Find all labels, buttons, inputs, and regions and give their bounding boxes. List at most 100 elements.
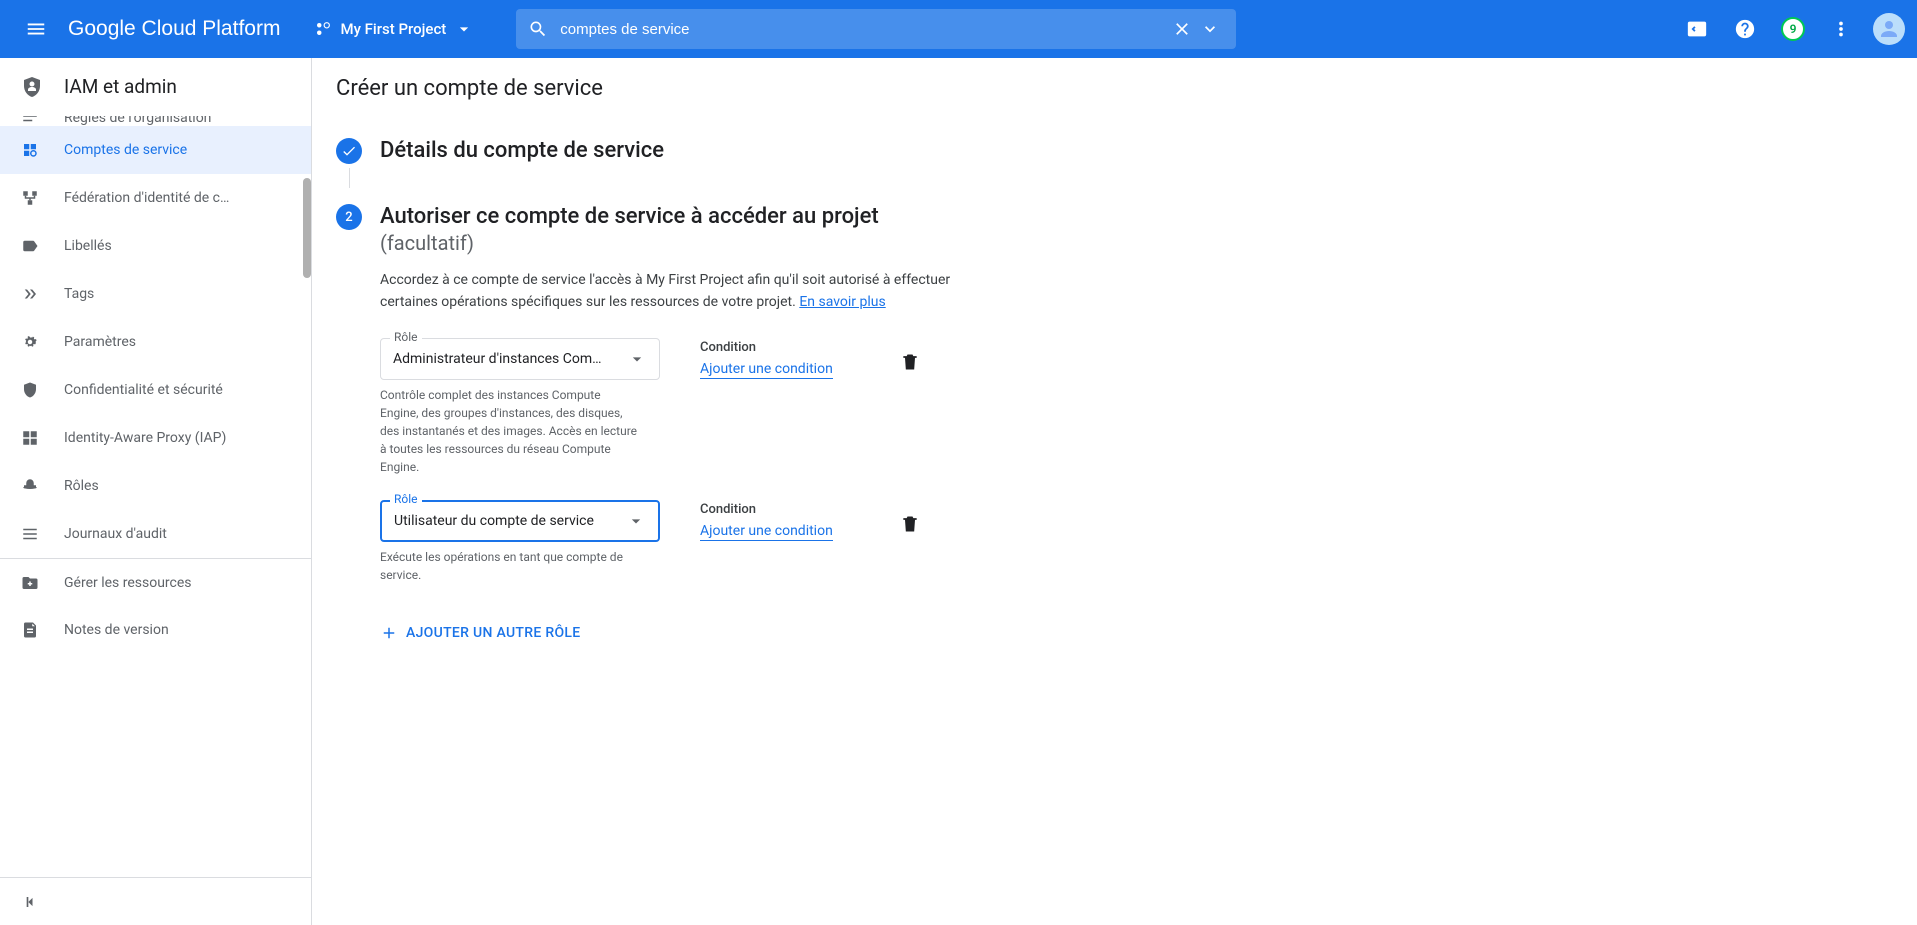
project-dots-icon <box>314 20 332 38</box>
resources-icon <box>20 573 40 593</box>
avatar-icon <box>1877 17 1901 41</box>
service-accounts-icon <box>20 140 40 160</box>
sidebar-item-label: Libellés <box>64 238 112 254</box>
sidebar-item-label: Comptes de service <box>64 142 187 158</box>
sidebar-item-gear[interactable]: Paramètres <box>0 318 311 366</box>
add-another-role-button[interactable]: AJOUTER UN AUTRE RÔLE <box>380 624 580 642</box>
global-search[interactable] <box>516 9 1236 49</box>
add-condition-link[interactable]: Ajouter une condition <box>700 523 833 541</box>
label-icon <box>20 236 40 256</box>
sidebar-item-iap[interactable]: Identity-Aware Proxy (IAP) <box>0 414 311 462</box>
sidebar-item-resources[interactable]: Gérer les ressources <box>0 558 311 606</box>
project-name: My First Project <box>340 20 446 38</box>
tag-icon <box>20 284 40 304</box>
add-condition-link[interactable]: Ajouter une condition <box>700 361 833 379</box>
search-input[interactable] <box>560 21 1156 38</box>
sidebar-section-header[interactable]: IAM et admin <box>0 58 311 116</box>
step-1-title: Détails du compte de service <box>380 138 988 163</box>
condition-label: Condition <box>700 340 860 355</box>
sidebar-item-audit[interactable]: Journaux d'audit <box>0 510 311 558</box>
check-icon <box>341 143 357 159</box>
account-avatar[interactable] <box>1873 13 1905 45</box>
plus-icon <box>380 624 398 642</box>
hamburger-icon <box>25 18 47 40</box>
search-dropdown-button[interactable] <box>1196 15 1224 43</box>
step-2-subtitle: (facultatif) <box>380 231 988 255</box>
federation-icon <box>20 188 40 208</box>
notifications-button[interactable]: 9 <box>1773 9 1813 49</box>
page-title: Créer un compte de service <box>312 58 1917 114</box>
role-field-label: Rôle <box>390 330 422 344</box>
gear-icon <box>20 332 40 352</box>
delete-role-button[interactable] <box>900 338 920 372</box>
cloud-shell-button[interactable] <box>1677 9 1717 49</box>
learn-more-link[interactable]: En savoir plus <box>799 294 885 310</box>
role-select[interactable]: Administrateur d'instances Com… <box>380 338 660 380</box>
hamburger-menu-button[interactable] <box>12 5 60 53</box>
sidebar-item-tag[interactable]: Tags <box>0 270 311 318</box>
logo-rest: Cloud Platform <box>136 17 281 40</box>
sidebar-item-label: Tags <box>64 286 94 302</box>
logo-google: Google <box>68 17 136 40</box>
dropdown-icon <box>627 349 647 369</box>
step-1-checkmark <box>336 138 362 164</box>
iam-shield-icon <box>20 75 44 99</box>
more-button[interactable] <box>1821 9 1861 49</box>
role-helper-text: Exécute les opérations en tant que compt… <box>380 548 640 584</box>
sidebar-item-label: Confidentialité et sécurité <box>64 382 223 398</box>
step-2-title: Autoriser ce compte de service à accéder… <box>380 204 988 229</box>
condition-label: Condition <box>700 502 860 517</box>
product-logo[interactable]: Google Cloud Platform <box>68 17 280 41</box>
sidebar-item-federation[interactable]: Fédération d'identité de c… <box>0 174 311 222</box>
step-2-description: Accordez à ce compte de service l'accès … <box>380 269 988 314</box>
search-clear-button[interactable] <box>1168 15 1196 43</box>
role-helper-text: Contrôle complet des instances Compute E… <box>380 386 640 476</box>
role-field: RôleUtilisateur du compte de serviceExéc… <box>380 500 660 584</box>
help-button[interactable] <box>1725 9 1765 49</box>
audit-icon <box>20 524 40 544</box>
sidebar-item-label: Journaux d'audit <box>64 526 167 542</box>
sidebar-item-service-accounts[interactable]: Comptes de service <box>0 126 311 174</box>
dropdown-icon <box>626 511 646 531</box>
sidebar-item-org-policy[interactable]: Règles de l'organisation <box>0 116 311 126</box>
sidebar-item-label: Rôles <box>64 478 99 494</box>
chevron-down-icon <box>1200 19 1220 39</box>
step-2-number: 2 <box>336 204 362 230</box>
condition-column: Condition Ajouter une condition <box>700 500 860 539</box>
help-icon <box>1734 18 1756 40</box>
close-icon <box>1172 19 1192 39</box>
role-row-1: RôleUtilisateur du compte de serviceExéc… <box>380 500 988 584</box>
sidebar-item-shield[interactable]: Confidentialité et sécurité <box>0 366 311 414</box>
sidebar-item-label: Gérer les ressources <box>64 575 192 591</box>
collapse-icon <box>20 892 40 912</box>
notes-icon <box>20 620 40 640</box>
sidebar-item-label: Notes de version <box>64 622 169 638</box>
iap-icon <box>20 428 40 448</box>
step-1: Détails du compte de service <box>336 138 988 192</box>
sidebar-item-label[interactable]: Libellés <box>0 222 311 270</box>
hat-icon <box>20 476 40 496</box>
more-vert-icon <box>1830 18 1852 40</box>
project-picker[interactable]: My First Project <box>304 13 484 45</box>
main-content: Créer un compte de service Détails du co… <box>312 58 1917 925</box>
role-value: Administrateur d'instances Com… <box>393 351 602 367</box>
dropdown-icon <box>454 19 474 39</box>
search-icon <box>528 19 548 39</box>
sidebar-item-hat[interactable]: Rôles <box>0 462 311 510</box>
step-2: 2 Autoriser ce compte de service à accéd… <box>336 204 988 646</box>
sidebar-item-label: Règles de l'organisation <box>64 116 211 126</box>
role-field-label: Rôle <box>390 492 422 506</box>
shield-icon <box>20 380 40 400</box>
sidebar: IAM et admin Règles de l'organisation Com… <box>0 58 312 925</box>
sidebar-item-notes[interactable]: Notes de version <box>0 606 311 654</box>
sidebar-item-label: Paramètres <box>64 334 136 350</box>
role-select[interactable]: Utilisateur du compte de service <box>380 500 660 542</box>
sidebar-section-title: IAM et admin <box>64 75 177 98</box>
notification-badge: 9 <box>1781 17 1805 41</box>
sidebar-scrollbar-thumb[interactable] <box>303 178 311 278</box>
sidebar-nav: Règles de l'organisation Comptes de servi… <box>0 116 311 877</box>
delete-role-button[interactable] <box>900 500 920 534</box>
sidebar-collapse-button[interactable] <box>0 877 311 925</box>
trash-icon <box>900 514 920 534</box>
role-field: RôleAdministrateur d'instances Com…Contr… <box>380 338 660 476</box>
